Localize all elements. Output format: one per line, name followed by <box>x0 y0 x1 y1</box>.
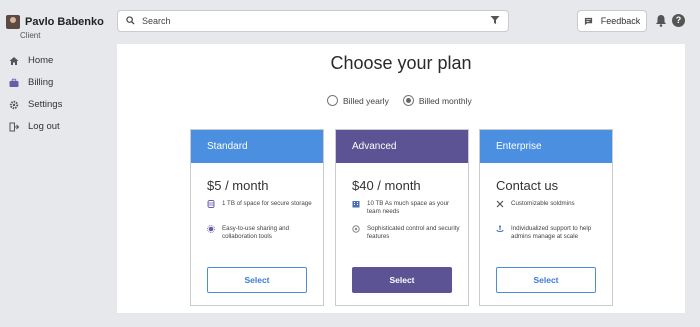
building-icon <box>352 200 360 208</box>
plan-feature: 10 TB As much space as your team needs <box>352 200 464 216</box>
home-icon <box>9 56 19 66</box>
plan-price: $5 / month <box>207 178 269 193</box>
control-icon <box>352 225 360 233</box>
plan-name: Enterprise <box>480 130 612 163</box>
plan-card-enterprise: Enterprise Contact us Customizable soldm… <box>479 129 613 306</box>
sidebar-item-label: Settings <box>28 99 63 110</box>
avatar <box>6 15 20 29</box>
plan-feature: Individualized support to help admins ma… <box>496 225 608 241</box>
plan-card-advanced: Advanced $40 / month 10 TB As much space… <box>335 129 469 306</box>
plan-name: Advanced <box>336 130 468 163</box>
sidebar-item-logout[interactable]: Log out <box>9 121 60 132</box>
plan-name: Standard <box>191 130 323 163</box>
billed-yearly-radio[interactable] <box>327 95 338 106</box>
sidebar-item-billing[interactable]: Billing <box>9 77 53 88</box>
user-role: Client <box>20 31 41 40</box>
select-advanced-button[interactable]: Select <box>352 267 452 293</box>
sidebar-item-label: Home <box>28 55 54 66</box>
bell-icon[interactable] <box>655 14 667 32</box>
logout-icon <box>9 122 19 132</box>
filter-icon[interactable] <box>490 12 500 30</box>
billed-monthly-radio[interactable] <box>402 95 414 106</box>
tools-icon <box>496 200 504 208</box>
plan-feature: Sophisticated control and security featu… <box>352 225 464 241</box>
briefcase-icon <box>9 78 19 88</box>
feedback-button[interactable]: Feedback <box>577 10 647 32</box>
plan-feature-text: Easy-to-use sharing and collaboration to… <box>222 225 290 240</box>
plan-price: Contact us <box>496 178 559 193</box>
sidebar-item-label: Billing <box>28 77 54 88</box>
sidebar-item-settings[interactable]: Settings <box>9 99 62 110</box>
sidebar-item-label: Log out <box>28 121 60 132</box>
billed-yearly-option[interactable]: Billed yearly <box>327 95 389 106</box>
search-icon <box>126 12 135 30</box>
plan-feature: Customizable soldmins <box>496 200 608 208</box>
share-icon <box>207 225 215 233</box>
help-icon[interactable]: ? <box>672 14 685 27</box>
user-name: Pavlo Babenko <box>25 16 104 28</box>
plan-feature: 1 TB of space for secure storage <box>207 200 319 208</box>
plan-feature-text: Individualized support to help admins ma… <box>511 225 592 240</box>
main-panel: Choose your plan Billed yearly Billed mo… <box>117 44 685 313</box>
select-enterprise-button[interactable]: Select <box>496 267 596 293</box>
gear-icon <box>9 100 19 110</box>
storage-icon <box>207 200 215 208</box>
plan-feature-text: 10 TB As much space as your team needs <box>367 200 450 215</box>
plan-card-standard: Standard $5 / month 1 TB of space for se… <box>190 129 324 306</box>
billed-yearly-label: Billed yearly <box>343 95 389 106</box>
chat-icon <box>584 17 592 25</box>
select-standard-button[interactable]: Select <box>207 267 307 293</box>
search-bar <box>117 10 509 32</box>
plan-feature-text: Sophisticated control and security featu… <box>367 225 460 240</box>
billing-period-toggle: Billed yearly Billed monthly <box>327 95 486 106</box>
support-icon <box>496 225 504 233</box>
plan-feature-text: Customizable soldmins <box>511 200 575 207</box>
billed-monthly-label: Billed monthly <box>418 95 472 106</box>
feedback-label: Feedback <box>600 16 641 26</box>
page-title: Choose your plan <box>330 53 472 73</box>
sidebar-item-home[interactable]: Home <box>9 55 53 66</box>
sidebar: Pavlo Babenko Client Home Billing Settin… <box>0 0 110 327</box>
plan-feature: Easy-to-use sharing and collaboration to… <box>207 225 319 241</box>
billed-monthly-option[interactable]: Billed monthly <box>402 95 472 106</box>
plan-feature-text: 1 TB of space for secure storage <box>222 200 312 207</box>
search-input[interactable] <box>142 16 490 26</box>
user-profile[interactable]: Pavlo Babenko <box>6 14 104 30</box>
plan-price: $40 / month <box>352 178 421 193</box>
